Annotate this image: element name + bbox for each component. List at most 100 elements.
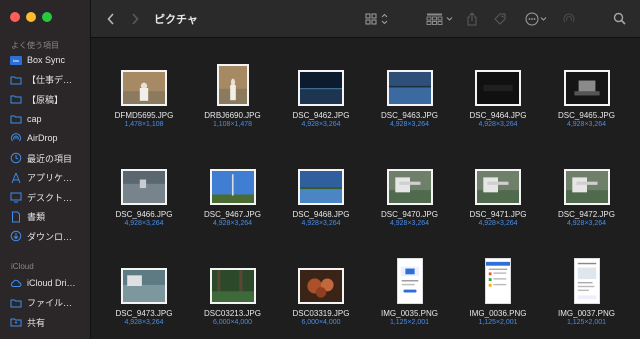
sidebar-item-label: 最近の項目 [27, 153, 73, 164]
file-thumbnail[interactable] [121, 268, 167, 304]
file-item[interactable]: IMG_0037.PNG 1,125×2,001 [542, 256, 632, 326]
sidebar-item[interactable]: デスクト… [10, 189, 86, 205]
file-dimensions: 6,000×4,000 [301, 319, 341, 326]
file-thumbnail[interactable] [386, 70, 433, 106]
file-item[interactable]: DSC_9467.JPG 4,928×3,264 [188, 157, 278, 227]
file-item[interactable]: DSC_9466.JPG 4,928×3,264 [99, 157, 189, 227]
folder-icon [10, 74, 22, 86]
sidebar-item[interactable]: 【原稿】 [10, 91, 86, 107]
file-dimensions: 4,928×3,264 [389, 121, 430, 128]
search-button[interactable] [610, 0, 628, 37]
sidebar-item[interactable]: AirDrop [10, 130, 86, 146]
action-menu-button[interactable] [523, 0, 551, 37]
sidebar-item-label: 【仕事デ… [27, 75, 73, 86]
file-thumbnail[interactable] [216, 64, 249, 106]
sidebar-item[interactable]: box Box Sync [10, 52, 86, 68]
file-thumbnail[interactable] [563, 70, 610, 106]
share-icon [467, 11, 477, 25]
file-name: DSC_9468.JPG [292, 210, 350, 219]
file-thumbnail[interactable] [298, 169, 344, 205]
file-thumbnail[interactable] [485, 258, 511, 304]
thumbnail-container [188, 256, 278, 304]
back-button[interactable] [103, 0, 119, 37]
sidebar-item[interactable]: ダウンロ… [10, 228, 86, 244]
zoom-window-button[interactable] [42, 12, 52, 22]
file-item[interactable]: DSC_9463.JPG 4,928×3,264 [365, 58, 455, 128]
file-thumbnail[interactable] [121, 70, 167, 106]
file-item[interactable]: IMG_0035.PNG 1,125×2,001 [365, 256, 455, 326]
close-window-button[interactable] [10, 12, 20, 22]
file-name: DSC_9465.JPG [558, 111, 615, 120]
folder-icon [10, 297, 22, 309]
tag-icon [494, 13, 506, 25]
file-name: DRBJ6690.JPG [204, 111, 261, 120]
file-item[interactable]: DSC_9464.JPG 4,928×3,264 [453, 58, 543, 128]
sidebar-item[interactable]: iCloud Dri… [10, 275, 86, 291]
forward-button[interactable] [127, 0, 143, 37]
minimize-window-button[interactable] [26, 12, 36, 22]
file-item[interactable]: DSC03319.JPG 6,000×4,000 [276, 256, 366, 326]
sidebar-item[interactable]: 共有 [10, 314, 86, 330]
share-button[interactable] [463, 0, 481, 37]
chevron-right-icon [132, 12, 139, 25]
document-icon [10, 211, 22, 223]
icloud-section-title: iCloud [11, 262, 34, 271]
file-thumbnail[interactable] [563, 169, 610, 205]
airdrop-icon [10, 132, 22, 144]
file-item[interactable]: DSC_9465.JPG 4,928×3,264 [542, 58, 632, 128]
file-item[interactable]: DFMD5695.JPG 1,478×1,108 [99, 58, 189, 128]
file-item[interactable]: DSC_9462.JPG 4,928×3,264 [276, 58, 366, 128]
sidebar-item-label: 書類 [27, 212, 46, 223]
file-thumbnail[interactable] [209, 169, 256, 205]
airdrop-toolbar-button[interactable] [560, 0, 578, 37]
sidebar-item[interactable]: 書類 [10, 209, 86, 225]
sidebar-item-label: AirDrop [27, 133, 58, 144]
file-item[interactable]: DSC_9472.JPG 4,928×3,264 [542, 157, 632, 227]
file-item[interactable]: DSC03213.JPG 6,000×4,000 [188, 256, 278, 326]
group-button[interactable] [425, 0, 455, 37]
box-logo-icon: box [10, 54, 22, 66]
file-thumbnail[interactable] [298, 268, 344, 304]
file-dimensions: 1,125×2,001 [566, 319, 607, 326]
file-name: DSC_9462.JPG [292, 111, 350, 120]
file-thumbnail[interactable] [475, 169, 521, 205]
applications-icon [10, 172, 22, 184]
sidebar-item-label: ダウンロ… [27, 231, 73, 242]
file-name: DSC_9471.JPG [469, 210, 527, 219]
thumbnail-container [188, 58, 278, 106]
file-item[interactable]: IMG_0036.PNG 1,125×2,001 [453, 256, 543, 326]
file-thumbnail[interactable] [209, 268, 256, 304]
file-item[interactable]: DSC_9470.JPG 4,928×3,264 [365, 157, 455, 227]
sidebar-item[interactable]: cap [10, 111, 86, 127]
file-thumbnail[interactable] [573, 258, 600, 304]
file-dimensions: 1,108×1,478 [212, 121, 253, 128]
file-item[interactable]: DSC_9468.JPG 4,928×3,264 [276, 157, 366, 227]
file-name: DFMD5695.JPG [114, 111, 174, 120]
thumbnail-container [276, 256, 366, 304]
file-item[interactable]: DRBJ6690.JPG 1,108×1,478 [188, 58, 278, 128]
view-icon-button[interactable] [363, 0, 391, 37]
sidebar-item[interactable]: 最近の項目 [10, 150, 86, 166]
file-item[interactable]: DSC_9473.JPG 4,928×3,264 [99, 256, 189, 326]
file-dimensions: 6,000×4,000 [212, 319, 253, 326]
file-name: DSC_9466.JPG [115, 210, 173, 219]
file-thumbnail[interactable] [396, 258, 423, 304]
file-name: DSC03213.JPG [204, 309, 261, 318]
file-thumbnail[interactable] [386, 169, 433, 205]
finder-window: よく使う項目 box Box Sync 【仕事デ… 【原稿】 cap AirDrop 最近の… [0, 0, 640, 339]
thumbnail-container [99, 157, 189, 205]
file-thumbnail[interactable] [121, 169, 167, 205]
file-dimensions: 4,928×3,264 [478, 121, 518, 128]
sidebar-item[interactable]: 【仕事デ… [10, 72, 86, 88]
file-name: DSC_9470.JPG [381, 210, 438, 219]
file-thumbnail[interactable] [298, 70, 344, 106]
file-thumbnail[interactable] [475, 70, 521, 106]
file-dimensions: 1,478×1,108 [124, 121, 164, 128]
sidebar-item-label: 【原稿】 [27, 94, 64, 105]
group-grid-icon [426, 13, 453, 25]
sidebar-item[interactable]: アプリケ… [10, 170, 86, 186]
tag-button[interactable] [491, 0, 509, 37]
sidebar-item[interactable]: ファイル… [10, 295, 86, 311]
file-item[interactable]: DSC_9471.JPG 4,928×3,264 [453, 157, 543, 227]
file-name: IMG_0036.PNG [469, 309, 527, 318]
